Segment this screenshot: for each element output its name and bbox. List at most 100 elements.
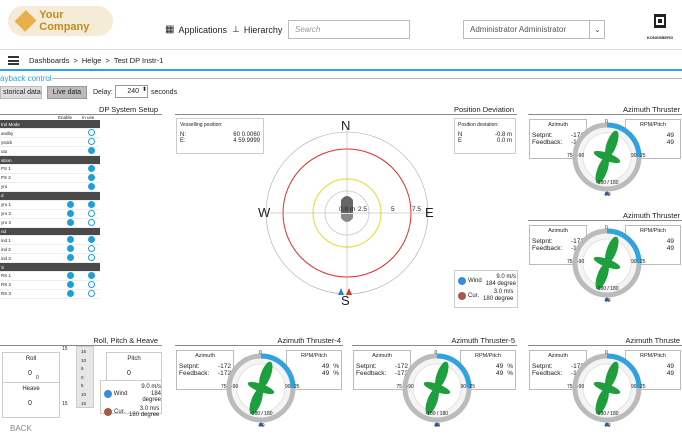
thruster-panel: Azimuth Thruster Azimuth Setpnt: -173 Feedba… bbox=[528, 211, 682, 311]
dp-row-label: S bbox=[0, 262, 58, 272]
search-input[interactable]: Search bbox=[288, 20, 410, 39]
setpoint-label: Setpnt: bbox=[179, 363, 200, 370]
menu-icon[interactable] bbox=[8, 55, 19, 65]
feedback-label: Feedback: bbox=[356, 370, 387, 377]
heave-label: Heave bbox=[22, 386, 40, 392]
inuse-toggle[interactable] bbox=[87, 147, 95, 155]
seconds-label: seconds bbox=[151, 89, 178, 96]
dial-label: 0 bbox=[434, 350, 438, 356]
current-label: Cur. bbox=[114, 409, 126, 416]
dp-row: yro 1 bbox=[0, 200, 100, 210]
user-select[interactable]: Administrator Administrator bbox=[463, 20, 605, 39]
dial-label: 25 bbox=[640, 384, 646, 390]
dial-label: -180 / 180 bbox=[250, 411, 273, 417]
delay-label: Delay: bbox=[93, 89, 113, 96]
dial-label: -90 bbox=[406, 384, 414, 390]
ring-label: 7.5 bbox=[412, 206, 422, 213]
enable-toggle[interactable] bbox=[66, 271, 74, 279]
inuse-toggle[interactable] bbox=[87, 164, 95, 172]
inuse-toggle[interactable] bbox=[87, 218, 95, 226]
enable-toggle[interactable] bbox=[66, 209, 74, 217]
inuse-toggle[interactable] bbox=[87, 200, 95, 208]
current-speed: 3.0 m/s bbox=[493, 289, 514, 296]
inuse-toggle[interactable] bbox=[87, 236, 95, 244]
dial-label: 90 bbox=[460, 384, 467, 390]
inuse-toggle[interactable] bbox=[87, 173, 95, 181]
thruster-title: Azimuth Thruste bbox=[625, 336, 680, 345]
wind-label: Wind bbox=[113, 390, 128, 397]
enable-toggle[interactable] bbox=[66, 280, 74, 288]
dial-label: 0 bbox=[259, 350, 262, 356]
thruster-panel: Azimuth Thruste Azimuth Setpnt: -172 Feedbac… bbox=[528, 336, 682, 436]
thruster-title: Azimuth Thruster bbox=[623, 211, 680, 220]
current-label: Cur. bbox=[468, 292, 480, 299]
back-button[interactable]: BACK bbox=[10, 424, 32, 433]
breadcrumb-separator: > bbox=[105, 55, 110, 65]
heave-value: 0 bbox=[28, 400, 32, 407]
deviation-panel: Position deviation: N -0.8 m E 0.0 m bbox=[454, 118, 516, 154]
inuse-toggle[interactable] bbox=[87, 138, 95, 146]
dp-setup-table: trol Mode andby ystick uto sition PS 1 PS 2 yro… bbox=[0, 120, 100, 299]
company-name: Your Company bbox=[39, 9, 90, 33]
live-data-button[interactable]: Live data bbox=[47, 86, 87, 99]
position-title: Position Deviation bbox=[453, 105, 514, 114]
rpm-setpoint: 49 bbox=[666, 363, 674, 370]
inuse-toggle[interactable] bbox=[87, 271, 95, 279]
dp-row-label: RS 2 bbox=[0, 280, 58, 290]
historical-data-button[interactable]: storical data bbox=[0, 86, 42, 99]
enable-toggle[interactable] bbox=[66, 254, 74, 262]
rpm-unit: % bbox=[507, 363, 513, 370]
inuse-toggle[interactable] bbox=[87, 182, 95, 190]
inuse-toggle[interactable] bbox=[87, 280, 95, 288]
west-marker: W bbox=[258, 205, 271, 220]
dp-row: ind 1 bbox=[0, 235, 100, 246]
rpm-feedback: 49 bbox=[495, 370, 504, 377]
inuse-toggle[interactable] bbox=[87, 245, 95, 253]
current-icon bbox=[104, 408, 112, 417]
heave-panel: Heave 0 bbox=[2, 382, 60, 418]
hierarchy-icon: ⊥ bbox=[232, 24, 240, 34]
enable-toggle[interactable] bbox=[66, 236, 74, 244]
setpoint-label: Setpnt: bbox=[532, 132, 553, 139]
grid-icon: ▦ bbox=[165, 24, 175, 35]
inuse-toggle[interactable] bbox=[87, 289, 95, 297]
breadcrumb-item[interactable]: Helge bbox=[82, 56, 102, 65]
inuse-toggle[interactable] bbox=[87, 209, 95, 217]
enable-toggle[interactable] bbox=[66, 289, 74, 297]
setpoint-label: Setpnt: bbox=[532, 363, 553, 370]
dev-east-label: E bbox=[458, 138, 463, 144]
inuse-toggle[interactable] bbox=[87, 129, 95, 137]
current-icon bbox=[458, 291, 466, 300]
enable-toggle[interactable] bbox=[66, 245, 74, 253]
divider bbox=[352, 345, 517, 346]
position-plot bbox=[265, 128, 430, 298]
chevron-down-icon[interactable]: ⌄ bbox=[589, 20, 605, 39]
breadcrumb-item[interactable]: Dashboards bbox=[29, 56, 69, 65]
current-direction: 180 degree bbox=[129, 412, 160, 419]
stepper-icon[interactable]: ⬍ bbox=[142, 86, 147, 93]
rpm-setpoint: 49 bbox=[321, 363, 330, 370]
roll-scale-label: 15 bbox=[62, 401, 68, 407]
dp-row: RS 2 bbox=[0, 280, 100, 290]
dial-label: 75 bbox=[567, 384, 573, 390]
dial-label: 25 bbox=[640, 153, 646, 159]
hierarchy-button[interactable]: ⊥ Hierarchy bbox=[232, 24, 282, 35]
heave-scale: 15 10 5 0 5 10 15 bbox=[76, 346, 94, 408]
dp-row-label: ystick bbox=[0, 137, 58, 148]
inuse-toggle[interactable] bbox=[87, 254, 95, 262]
applications-button[interactable]: ▦ Applications bbox=[165, 24, 227, 35]
dp-row-label: RS 3 bbox=[0, 289, 58, 299]
breadcrumb-separator: > bbox=[73, 55, 78, 65]
hierarchy-label: Hierarchy bbox=[243, 24, 283, 35]
enable-toggle[interactable] bbox=[66, 200, 74, 208]
dial-label: -180 / 180 bbox=[596, 286, 619, 292]
company-logo[interactable]: Your Company bbox=[8, 6, 113, 36]
heave-tick: 15 bbox=[81, 349, 87, 354]
enable-toggle[interactable] bbox=[66, 218, 74, 226]
wind-speed: 9.0 m/s bbox=[496, 274, 517, 280]
dial-label: 75 bbox=[567, 153, 573, 159]
dp-setup-title: DP System Setup bbox=[98, 105, 158, 114]
south-marker: S bbox=[341, 293, 350, 308]
wind-direction: 184 degree bbox=[485, 280, 517, 287]
thruster-title: Azimuth Thruster-5 bbox=[451, 336, 515, 345]
